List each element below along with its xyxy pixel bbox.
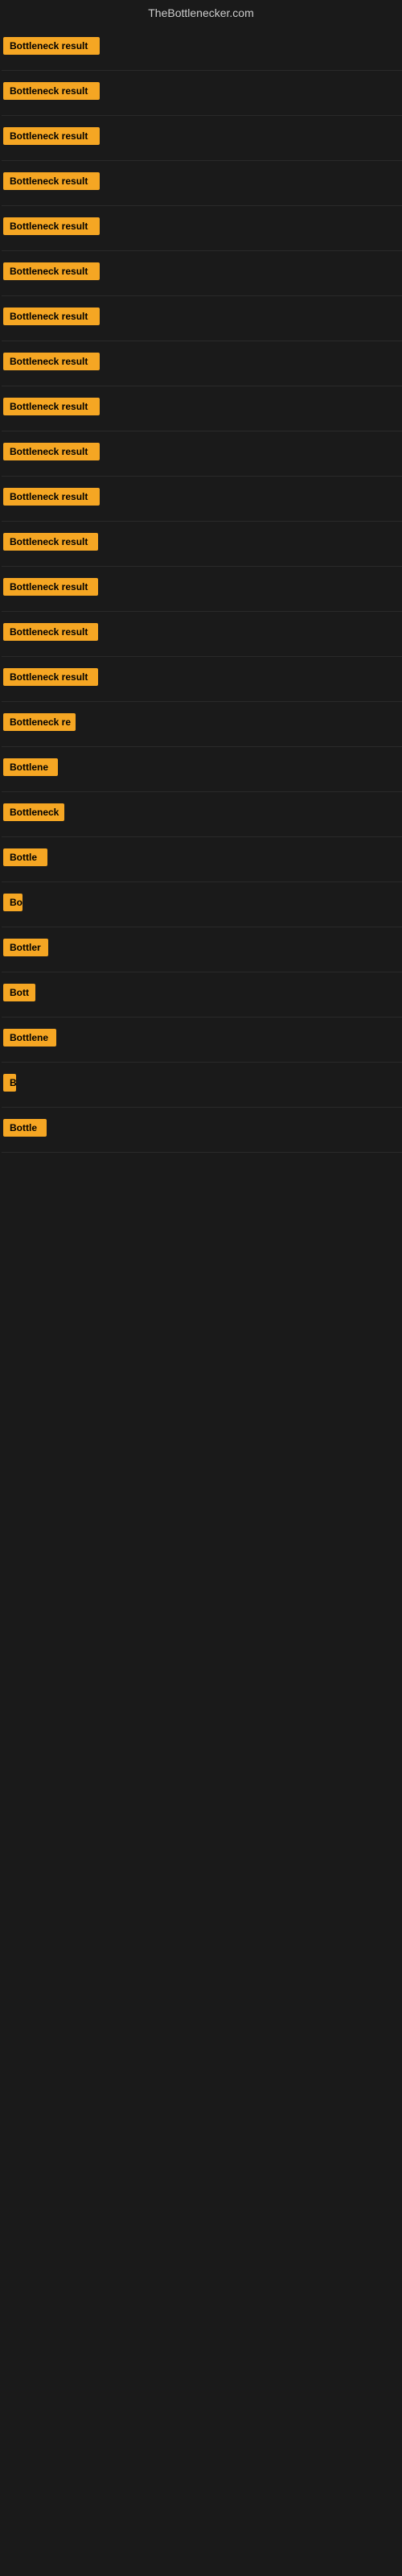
bottleneck-result-badge[interactable]: Bottlene <box>3 1029 56 1046</box>
bottleneck-result-badge[interactable]: Bottleneck result <box>3 533 98 551</box>
list-item: Bottle <box>2 1108 402 1153</box>
bottleneck-result-badge[interactable]: Bottleneck result <box>3 37 100 55</box>
bottleneck-result-badge[interactable]: Bottle <box>3 848 47 866</box>
bottleneck-result-badge[interactable]: Bottleneck result <box>3 82 100 100</box>
list-item: Bottle <box>2 837 402 882</box>
list-item: Bottleneck result <box>2 71 402 116</box>
list-item: Bottleneck result <box>2 206 402 251</box>
bottleneck-result-badge[interactable]: Bottleneck result <box>3 127 100 145</box>
bottleneck-result-badge[interactable]: Bottleneck result <box>3 172 100 190</box>
list-item: Bottleneck result <box>2 567 402 612</box>
list-item: Bottleneck result <box>2 386 402 431</box>
bottleneck-result-badge[interactable]: Bottleneck result <box>3 443 100 460</box>
bottleneck-result-badge[interactable]: Bottle <box>3 1119 47 1137</box>
bottleneck-result-badge[interactable]: Bottleneck result <box>3 488 100 506</box>
bottleneck-result-badge[interactable]: Bottleneck result <box>3 623 98 641</box>
list-item: Bottleneck result <box>2 26 402 71</box>
bottleneck-result-badge[interactable]: Bottleneck re <box>3 713 76 731</box>
list-item: Bott <box>2 972 402 1018</box>
bottleneck-result-badge[interactable]: Bottleneck result <box>3 353 100 370</box>
list-item: Bottleneck result <box>2 116 402 161</box>
bottleneck-result-badge[interactable]: Bott <box>3 984 35 1001</box>
bottleneck-result-badge[interactable]: Bottleneck result <box>3 217 100 235</box>
site-header: TheBottlenecker.com <box>0 0 402 26</box>
bottleneck-result-badge[interactable]: Bottlene <box>3 758 58 776</box>
bottleneck-result-badge[interactable]: Bottleneck result <box>3 308 100 325</box>
bottleneck-result-badge[interactable]: Bo <box>3 894 23 911</box>
list-item: Bottler <box>2 927 402 972</box>
bottleneck-result-badge[interactable]: Bottleneck result <box>3 398 100 415</box>
bottleneck-result-badge[interactable]: Bottleneck <box>3 803 64 821</box>
list-item: Bottleneck re <box>2 702 402 747</box>
site-title: TheBottlenecker.com <box>0 0 402 26</box>
list-item: Bottleneck result <box>2 341 402 386</box>
list-item: Bottleneck result <box>2 657 402 702</box>
list-item: Bottleneck <box>2 792 402 837</box>
list-item: Bottleneck result <box>2 431 402 477</box>
bottleneck-result-badge[interactable]: Bottleneck result <box>3 262 100 280</box>
list-item: Bottleneck result <box>2 477 402 522</box>
list-item: Bottlene <box>2 1018 402 1063</box>
list-item: Bottleneck result <box>2 522 402 567</box>
list-item: Bo <box>2 882 402 927</box>
list-item: Bottleneck result <box>2 161 402 206</box>
list-item: Bottlene <box>2 747 402 792</box>
list-item: Bottleneck result <box>2 612 402 657</box>
list-item: Bottleneck result <box>2 251 402 296</box>
list-item: Bottleneck result <box>2 296 402 341</box>
list-item: B <box>2 1063 402 1108</box>
bottleneck-result-badge[interactable]: B <box>3 1074 16 1092</box>
bottleneck-result-badge[interactable]: Bottleneck result <box>3 578 98 596</box>
bottleneck-result-badge[interactable]: Bottler <box>3 939 48 956</box>
bottleneck-result-badge[interactable]: Bottleneck result <box>3 668 98 686</box>
badge-list: Bottleneck result Bottleneck result Bottle… <box>0 26 402 1153</box>
